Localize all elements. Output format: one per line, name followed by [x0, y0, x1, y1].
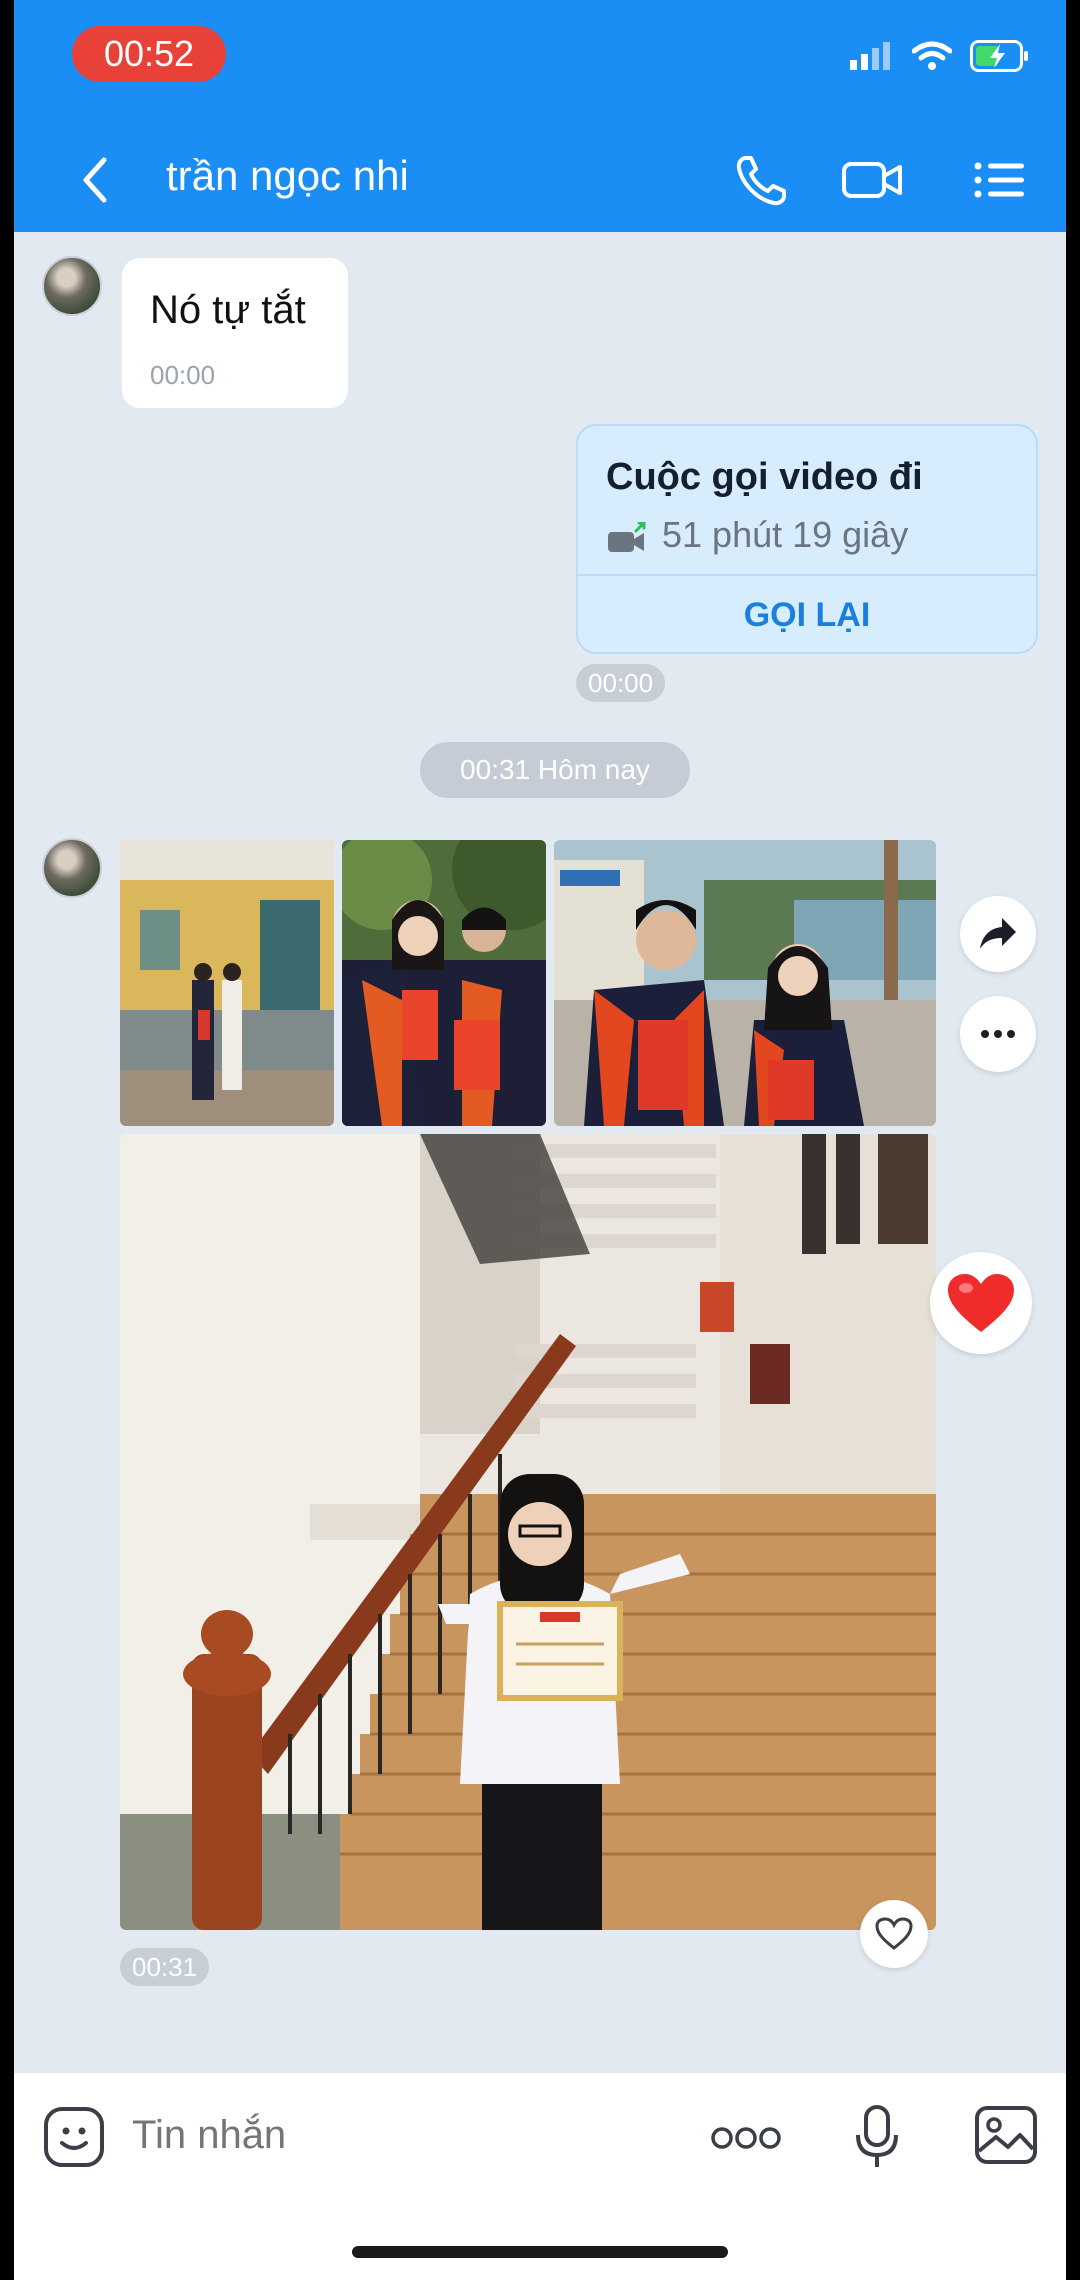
phone-call-icon[interactable]: [730, 148, 794, 212]
video-call-icon[interactable]: [840, 148, 904, 212]
contact-avatar[interactable]: [42, 838, 102, 898]
reaction-heart-button[interactable]: [930, 1252, 1032, 1354]
share-arrow-icon: [980, 918, 1016, 949]
chat-header: 00:52 trần ngọc nhi: [14, 0, 1066, 232]
share-button[interactable]: [960, 896, 1036, 972]
photo-thumbnail[interactable]: [342, 840, 546, 1126]
gallery-image-icon[interactable]: [974, 2105, 1038, 2165]
status-time: 00:52: [72, 26, 226, 82]
incoming-message-bubble[interactable]: Nó tự tắt 00:00: [122, 258, 348, 408]
more-options-button[interactable]: [960, 996, 1036, 1072]
photos-time: 00:31: [120, 1948, 210, 1986]
photo-thumbnail[interactable]: [554, 840, 936, 1126]
photo-school-hallway: [120, 840, 334, 1126]
photo-large[interactable]: [120, 1134, 936, 1930]
microphone-icon[interactable]: [852, 2103, 902, 2173]
more-dots-icon: [981, 1030, 1015, 1038]
more-horizontal-icon[interactable]: [710, 2123, 782, 2153]
call-back-button[interactable]: GỌI LẠI: [578, 576, 1036, 654]
call-title: Cuộc gọi video đi: [606, 456, 923, 498]
sticker-icon[interactable]: [42, 2105, 106, 2169]
react-button[interactable]: [860, 1900, 928, 1968]
contact-name[interactable]: trần ngọc nhi: [166, 152, 409, 200]
menu-list-icon[interactable]: [968, 148, 1032, 212]
status-icons: [850, 40, 1030, 72]
chat-screen: 00:52 trần ngọc nhi Nó tự tắt 00:00 Cuộc…: [14, 0, 1066, 2280]
message-time: 00:00: [150, 360, 216, 390]
heart-outline-icon: [875, 1917, 913, 1950]
back-chevron-icon[interactable]: [70, 150, 120, 210]
photo-staircase-certificate: [120, 1134, 936, 1930]
message-input[interactable]: [132, 2109, 692, 2161]
call-duration: 51 phút 19 giây: [662, 514, 909, 555]
signal-icon: [850, 42, 890, 70]
call-time: 00:00: [576, 664, 666, 702]
wifi-icon: [912, 41, 952, 70]
photo-thumbnail[interactable]: [120, 840, 334, 1126]
outgoing-video-icon: [608, 522, 646, 552]
message-text: Nó tự tắt: [150, 288, 306, 332]
video-call-card[interactable]: Cuộc gọi video đi 51 phút 19 giây GỌI LẠ…: [576, 424, 1038, 654]
date-separator: 00:31 Hôm nay: [420, 742, 690, 798]
photo-graduation-pair: [342, 840, 546, 1126]
home-indicator[interactable]: [352, 2246, 728, 2258]
red-heart-icon: [948, 1274, 1014, 1332]
photo-graduation-school-yard: [554, 840, 936, 1126]
contact-avatar[interactable]: [42, 256, 102, 316]
battery-charging-icon: [970, 40, 1028, 72]
